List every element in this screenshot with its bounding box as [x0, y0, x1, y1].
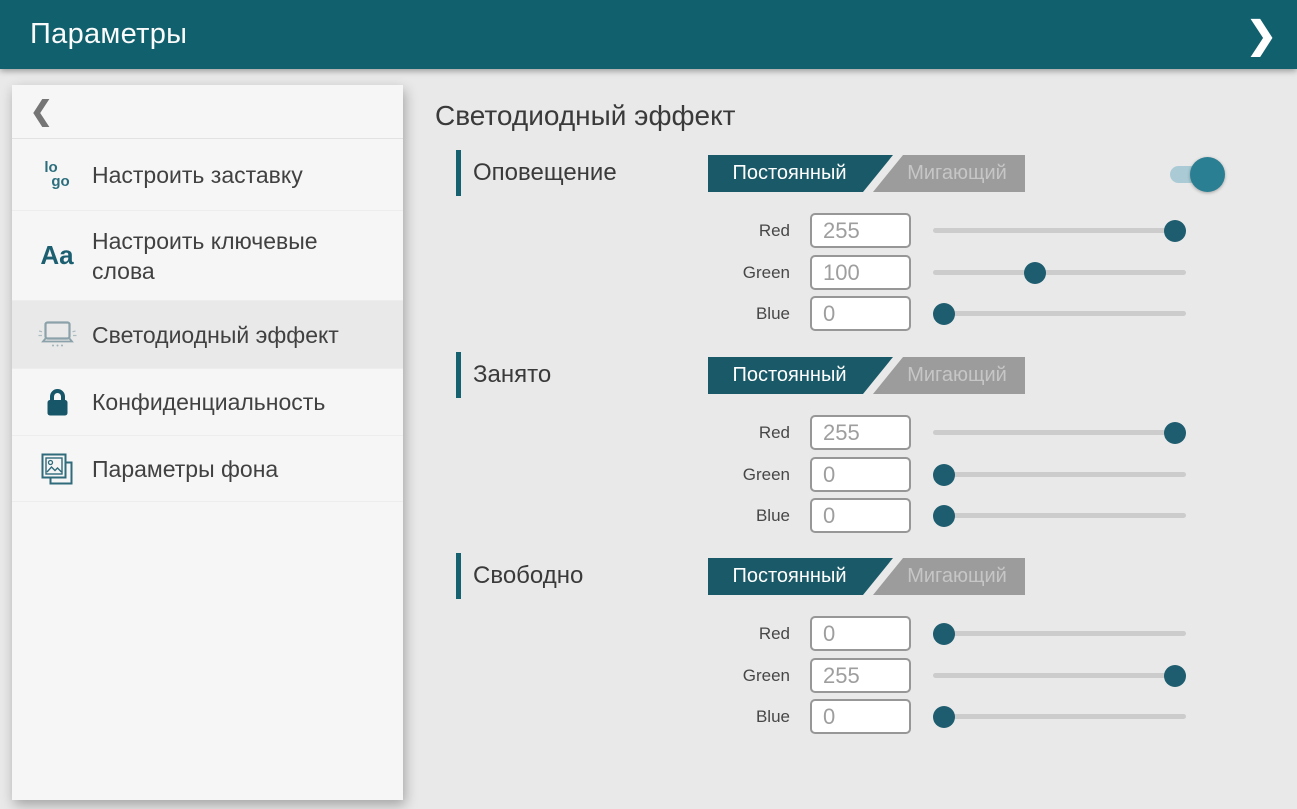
sidebar-item-background[interactable]: Параметры фона [12, 436, 403, 502]
rgb-row-green: Green [640, 658, 1188, 693]
green-label: Green [640, 255, 790, 290]
rgb-row-red: Red [640, 213, 1188, 248]
slider-thumb[interactable] [1164, 665, 1186, 687]
sidebar-item-privacy[interactable]: Конфиденциальность [12, 369, 403, 436]
blue-slider[interactable] [933, 504, 1186, 527]
rgb-row-green: Green [640, 457, 1188, 492]
sidebar-item-label: Настроить ключевые слова [92, 226, 342, 286]
section-label: Оповещение [473, 150, 617, 196]
rgb-row-red: Red [640, 415, 1188, 450]
slider-thumb[interactable] [933, 505, 955, 527]
mode-toggle: Постоянный Мигающий [708, 357, 1025, 394]
slider-thumb[interactable] [933, 623, 955, 645]
sidebar-back-button[interactable]: ❮ [12, 85, 403, 139]
rgb-row-blue: Blue [640, 699, 1188, 734]
sidebar-item-label: Конфиденциальность [92, 387, 325, 417]
blue-value-input[interactable] [810, 296, 911, 331]
green-label: Green [640, 457, 790, 492]
images-icon [34, 451, 80, 487]
rgb-row-blue: Blue [640, 498, 1188, 533]
mode-constant-button[interactable]: Постоянный [708, 155, 893, 192]
sidebar-item-label: Настроить заставку [92, 160, 303, 190]
app-header: Параметры ❯ [0, 0, 1297, 69]
mode-constant-button[interactable]: Постоянный [708, 357, 893, 394]
green-slider[interactable] [933, 463, 1186, 486]
blue-slider[interactable] [933, 302, 1186, 325]
slider-thumb[interactable] [1024, 262, 1046, 284]
mode-toggle: Постоянный Мигающий [708, 155, 1025, 192]
red-label: Red [640, 415, 790, 450]
settings-sidebar: ❮ lo go Настроить заставку Aa Настроить … [12, 85, 403, 800]
red-slider[interactable] [933, 622, 1186, 645]
green-value-input[interactable] [810, 457, 911, 492]
green-value-input[interactable] [810, 255, 911, 290]
red-label: Red [640, 213, 790, 248]
switch-knob [1190, 157, 1225, 192]
sidebar-item-label: Параметры фона [92, 454, 278, 484]
sidebar-item-label: Светодиодный эффект [92, 320, 339, 350]
back-chevron-icon: ❮ [30, 96, 53, 127]
blue-label: Blue [640, 498, 790, 533]
blue-label: Blue [640, 296, 790, 331]
mode-toggle: Постоянный Мигающий [708, 558, 1025, 595]
section-label: Занято [473, 352, 551, 398]
section-title: Светодиодный эффект [435, 100, 736, 132]
accent-bar [456, 553, 461, 599]
slider-thumb[interactable] [933, 464, 955, 486]
green-value-input[interactable] [810, 658, 911, 693]
sidebar-item-screensaver[interactable]: lo go Настроить заставку [12, 139, 403, 211]
settings-screen: Параметры ❯ ❮ lo go Настроить заставку A… [0, 0, 1297, 809]
green-label: Green [640, 658, 790, 693]
slider-thumb[interactable] [933, 706, 955, 728]
sidebar-item-led-effect[interactable]: Светодиодный эффект [12, 301, 403, 369]
alert-enable-switch[interactable] [1170, 156, 1226, 192]
keywords-aa-icon: Aa [34, 240, 80, 271]
blue-label: Blue [640, 699, 790, 734]
green-slider[interactable] [933, 664, 1186, 687]
mode-constant-button[interactable]: Постоянный [708, 558, 893, 595]
section-label: Свободно [473, 553, 583, 599]
blue-value-input[interactable] [810, 699, 911, 734]
monitor-icon [34, 319, 80, 351]
red-label: Red [640, 616, 790, 651]
logo-icon: lo go [34, 161, 80, 189]
accent-bar [456, 352, 461, 398]
blue-value-input[interactable] [810, 498, 911, 533]
red-slider[interactable] [933, 421, 1186, 444]
blue-slider[interactable] [933, 705, 1186, 728]
accent-bar [456, 150, 461, 196]
sidebar-item-keywords[interactable]: Aa Настроить ключевые слова [12, 211, 403, 301]
red-value-input[interactable] [810, 213, 911, 248]
red-slider[interactable] [933, 219, 1186, 242]
rgb-row-red: Red [640, 616, 1188, 651]
green-slider[interactable] [933, 261, 1186, 284]
slider-thumb[interactable] [1164, 220, 1186, 242]
slider-thumb[interactable] [933, 303, 955, 325]
rgb-row-blue: Blue [640, 296, 1188, 331]
rgb-row-green: Green [640, 255, 1188, 290]
red-value-input[interactable] [810, 415, 911, 450]
red-value-input[interactable] [810, 616, 911, 651]
forward-chevron-icon[interactable]: ❯ [1246, 16, 1277, 53]
slider-thumb[interactable] [1164, 422, 1186, 444]
lock-icon [34, 387, 80, 418]
page-title: Параметры [30, 18, 187, 51]
